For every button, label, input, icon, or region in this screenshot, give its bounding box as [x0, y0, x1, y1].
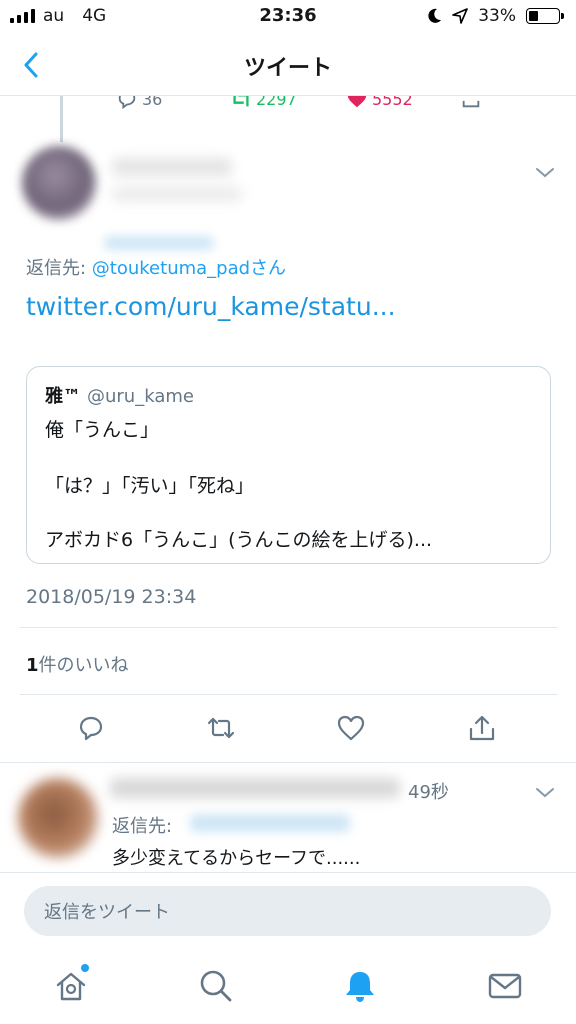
tweet-link[interactable]: twitter.com/uru_kame/statu...	[26, 292, 396, 321]
chevron-down-icon[interactable]	[534, 164, 556, 180]
moon-icon	[428, 8, 442, 23]
retweet-icon	[233, 96, 249, 107]
tweet-timestamp: 2018/05/19 23:34	[26, 586, 197, 608]
location-arrow-icon	[452, 8, 469, 24]
quoted-tweet-header: 雅™ @uru_kame	[45, 382, 194, 408]
previous-tweet-actions: 36 2297 5552	[0, 96, 576, 114]
heart-icon[interactable]	[336, 713, 366, 743]
tab-bar	[0, 950, 576, 1024]
quoted-text-line: 「は？」「汚い」「死ね」	[45, 475, 255, 497]
reply-to-suffix: さん	[250, 258, 287, 279]
battery-fill	[529, 11, 539, 21]
prev-reply-count: 36	[142, 96, 163, 109]
notifications-bell-icon[interactable]	[342, 968, 378, 1004]
share-icon	[462, 100, 480, 108]
divider	[20, 694, 558, 695]
search-icon[interactable]	[198, 968, 234, 1004]
prev-share-action[interactable]	[460, 96, 482, 110]
status-right: 33%	[428, 6, 564, 26]
quoted-text-line: 俺「うんこ」	[45, 419, 160, 441]
page-title: ツイート	[243, 56, 332, 81]
chevron-down-icon[interactable]	[534, 784, 556, 800]
quoted-text-line: アボカド6「うんこ」(うんこの絵を上げる)...	[45, 529, 433, 551]
thread-line	[60, 96, 63, 142]
quoted-author-name: 雅™	[45, 386, 81, 407]
divider	[20, 627, 558, 628]
reply-icon	[118, 96, 136, 110]
quoted-author-handle: @uru_kame	[87, 386, 194, 407]
prev-reply-action[interactable]: 36	[116, 96, 162, 110]
prev-retweet-action[interactable]: 2297	[230, 96, 297, 110]
reply-mention-redacted	[190, 814, 350, 832]
new-content-dot	[81, 964, 89, 972]
home-icon[interactable]	[53, 968, 89, 1004]
author-name-redacted	[112, 158, 232, 176]
likes-label: 件のいいね	[38, 655, 129, 676]
reply-time: 49秒	[408, 782, 449, 803]
reply-to-mention[interactable]: @touketuma_pad	[92, 258, 250, 279]
author-avatar[interactable]	[22, 146, 96, 220]
likes-count: 1	[26, 655, 39, 676]
reply-mention-redacted	[104, 236, 214, 250]
heart-filled-icon	[347, 96, 367, 108]
reply-reply-to: 返信先:	[112, 816, 173, 837]
battery-percent: 33%	[478, 6, 516, 26]
reply-to-prefix: 返信先:	[26, 258, 92, 279]
retweet-icon[interactable]	[206, 713, 236, 743]
reply-author-avatar[interactable]	[18, 778, 98, 858]
reply-icon[interactable]	[76, 713, 106, 743]
reply-author-redacted	[110, 778, 400, 798]
status-bar: au 4G 23:36 33%	[0, 0, 576, 34]
prev-like-action[interactable]: 5552	[346, 96, 413, 110]
prev-like-count: 5552	[372, 96, 413, 109]
battery-icon	[526, 8, 564, 24]
reply-to-line: 返信先: @touketuma_padさん	[26, 254, 286, 280]
reply-compose-input[interactable]: 返信をツイート	[24, 886, 551, 936]
reply-text: 多少変えてるからセーフで......	[112, 848, 361, 869]
share-icon[interactable]	[467, 713, 497, 743]
divider	[0, 762, 576, 763]
author-handle-redacted	[112, 186, 242, 202]
messages-envelope-icon[interactable]	[487, 968, 523, 1004]
quoted-tweet-card[interactable]: 雅™ @uru_kame 俺「うんこ」 「は？」「汚い」「死ね」 アボカド6「うん…	[26, 366, 551, 564]
likes-summary[interactable]: 1件のいいね	[26, 651, 129, 677]
prev-retweet-count: 2297	[256, 96, 297, 109]
nav-bar: ツイート	[0, 34, 576, 96]
